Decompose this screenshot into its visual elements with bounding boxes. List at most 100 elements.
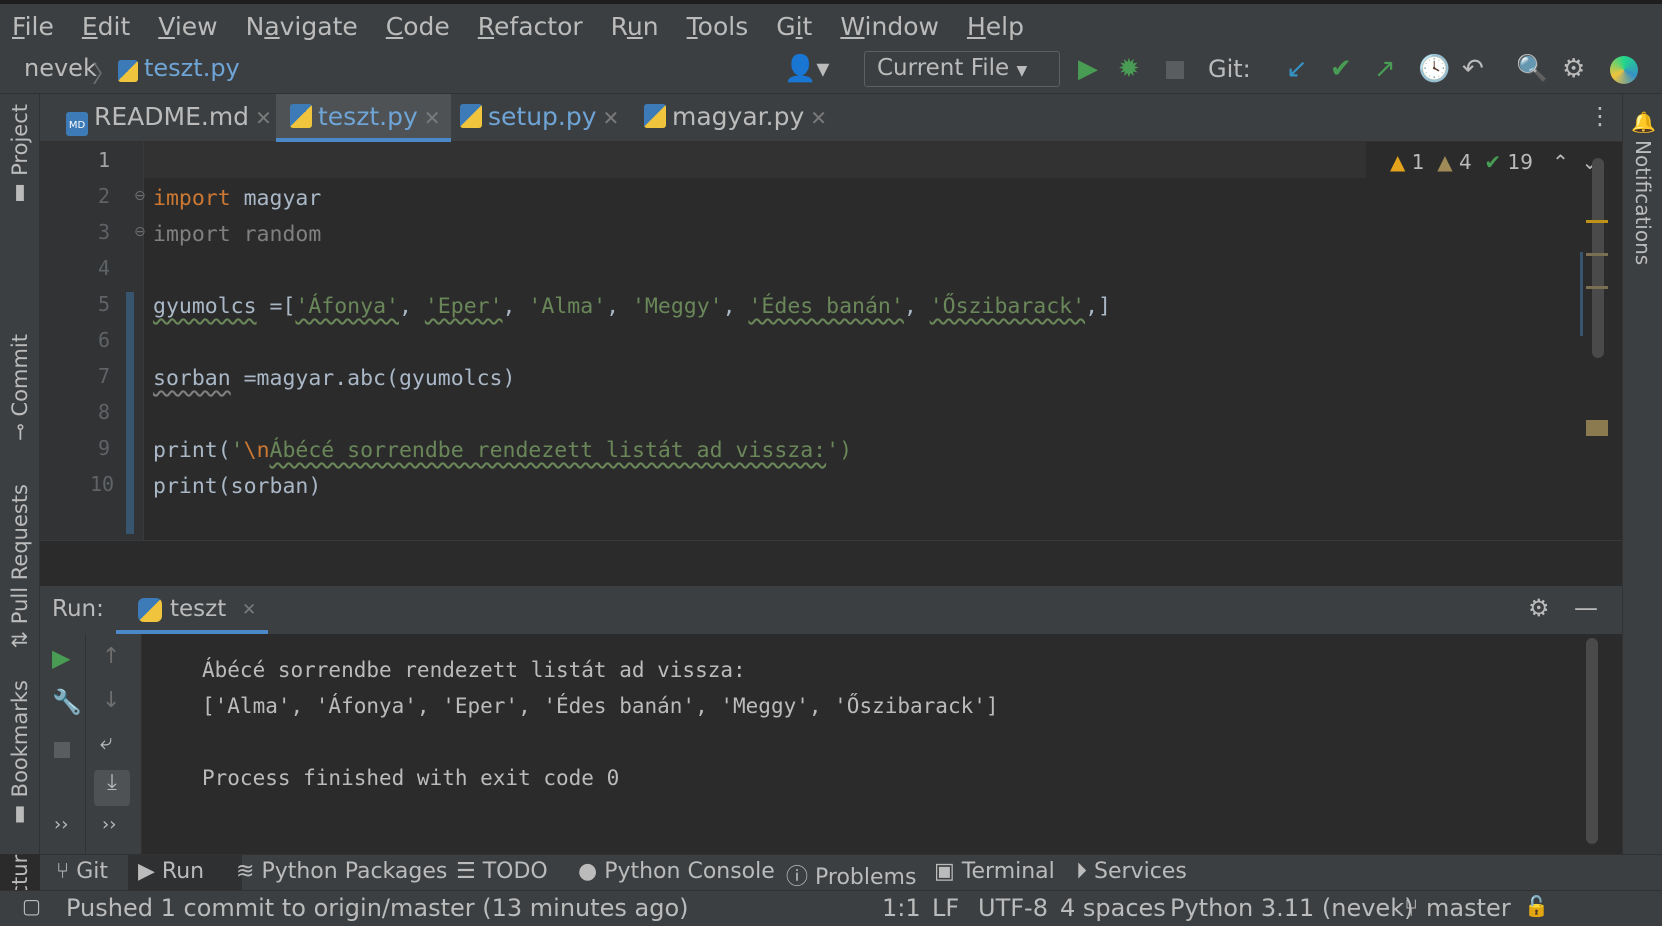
tool-tab-git[interactable]: ⑂ Git xyxy=(56,859,108,884)
typo-icon: ✔ xyxy=(1484,150,1502,174)
panel-splitter[interactable] xyxy=(40,540,1622,586)
tool-tab-todo[interactable]: ☰ TODO xyxy=(456,859,548,884)
change-marker xyxy=(1580,252,1583,336)
typo-marker[interactable] xyxy=(1586,420,1608,436)
tool-tab-python-packages[interactable]: ≋ Python Packages xyxy=(236,859,447,884)
status-message[interactable]: Pushed 1 commit to origin/master (13 min… xyxy=(66,894,689,922)
python-icon: ● xyxy=(578,859,598,884)
tab-magyar[interactable]: magyar.py ✕ xyxy=(630,94,837,142)
tool-tab-problems[interactable]: ⓘ Problems xyxy=(786,859,916,891)
down-arrow-icon[interactable]: ↓ xyxy=(102,688,120,713)
menu-run[interactable]: Run xyxy=(605,12,659,41)
weak-warning-marker[interactable] xyxy=(1586,286,1608,289)
editor-scrollbar[interactable] xyxy=(1592,158,1604,358)
weak-warning-marker[interactable] xyxy=(1586,253,1608,256)
python-interpreter[interactable]: Python 3.11 (nevek) xyxy=(1170,894,1413,922)
scroll-to-end-icon[interactable]: ⤓ xyxy=(94,770,130,806)
weak-warning-icon: ▲ xyxy=(1437,150,1453,174)
tab-readme[interactable]: MD README.md ✕ xyxy=(52,94,282,142)
terminal-icon: ▣ xyxy=(934,859,955,884)
python-file-icon xyxy=(460,104,482,128)
notifications-icon[interactable]: 🔔 xyxy=(1631,110,1656,134)
tool-tab-services[interactable]: ⏵ Services xyxy=(1076,859,1187,884)
menu-code[interactable]: Code xyxy=(380,12,450,41)
minimize-icon[interactable]: — xyxy=(1574,594,1598,622)
inspection-widget[interactable]: ▲ 1 ▲ 4 ✔ 19 ⌃ ⌄ xyxy=(1390,150,1598,174)
markdown-file-icon: MD xyxy=(66,112,88,136)
menu-help[interactable]: Help xyxy=(961,12,1024,41)
close-icon[interactable]: ✕ xyxy=(424,106,441,130)
stop-icon[interactable] xyxy=(54,742,70,758)
menu-git[interactable]: Git xyxy=(770,12,812,41)
play-icon: ▶ xyxy=(138,859,155,884)
tool-window-bookmarks[interactable]: ▮ Bookmarks xyxy=(8,680,32,828)
menu-edit[interactable]: Edit xyxy=(76,12,130,41)
code-lines: import magyar import random gyumolcs =['… xyxy=(0,142,1622,540)
menu-navigate[interactable]: Navigate xyxy=(240,12,358,41)
run-icon[interactable]: ▶ xyxy=(1078,54,1098,84)
user-icon[interactable]: 👤▾ xyxy=(784,54,829,84)
git-update-icon[interactable]: ↙ xyxy=(1286,54,1308,84)
lock-icon[interactable]: 🔓 xyxy=(1524,894,1549,918)
history-icon[interactable]: 🕓 xyxy=(1418,54,1450,84)
tool-tab-run[interactable]: ▶ Run xyxy=(138,859,204,884)
tool-window-notifications[interactable]: Notifications xyxy=(1631,140,1655,265)
jetbrains-logo-icon[interactable] xyxy=(1610,56,1638,84)
more-tabs-icon[interactable]: ⋮ xyxy=(1588,102,1612,130)
previous-highlight-icon[interactable]: ⌃ xyxy=(1552,150,1569,174)
wrench-icon[interactable]: 🔧 xyxy=(52,688,82,716)
tool-tab-python-console[interactable]: ● Python Console xyxy=(578,859,775,884)
menu-view[interactable]: View xyxy=(152,12,217,41)
breadcrumb-project[interactable]: nevek xyxy=(24,54,97,82)
soft-wrap-icon[interactable]: ⤶ xyxy=(100,730,112,755)
status-bar: ▢ Pushed 1 commit to origin/master (13 m… xyxy=(0,890,1662,926)
toggle-tool-windows-icon[interactable]: ▢ xyxy=(22,894,41,918)
git-label: Git: xyxy=(1208,55,1251,83)
up-arrow-icon[interactable]: ↑ xyxy=(102,644,120,669)
tool-window-bar: ⑂ Git ▶ Run ≋ Python Packages ☰ TODO ● P… xyxy=(40,854,1662,891)
more-icon[interactable]: ›› xyxy=(102,814,116,835)
search-icon[interactable]: 🔍 xyxy=(1516,54,1548,84)
fold-icon[interactable]: ⊖ xyxy=(134,188,146,204)
code-line-2: import magyar xyxy=(153,186,322,211)
caret-position[interactable]: 1:1 xyxy=(882,894,921,922)
settings-icon[interactable]: ⚙ xyxy=(1528,594,1550,622)
python-file-icon xyxy=(118,60,138,82)
file-encoding[interactable]: UTF-8 xyxy=(978,894,1048,922)
code-line-5: gyumolcs =['Áfonya', 'Eper', 'Alma', 'Me… xyxy=(153,294,1111,319)
git-commit-icon[interactable]: ✔ xyxy=(1330,54,1352,84)
console-scrollbar[interactable] xyxy=(1586,638,1598,844)
run-tab-teszt[interactable]: teszt xyxy=(170,596,226,622)
line-separator[interactable]: LF xyxy=(932,894,959,922)
git-branch[interactable]: ⑂ master xyxy=(1404,894,1511,922)
run-panel-label: Run: xyxy=(52,596,104,622)
menu-file[interactable]: File xyxy=(6,12,54,41)
code-line-9: print('\nÁbécé sorrendbe rendezett listá… xyxy=(153,438,853,463)
rerun-icon[interactable]: ▶ xyxy=(52,644,70,672)
warning-marker[interactable] xyxy=(1586,220,1608,223)
stop-icon[interactable] xyxy=(1166,61,1184,79)
rollback-icon[interactable]: ↶ xyxy=(1462,54,1484,84)
tool-tab-terminal[interactable]: ▣ Terminal xyxy=(934,859,1055,884)
close-icon[interactable]: ✕ xyxy=(603,106,620,130)
tab-teszt[interactable]: teszt.py ✕ xyxy=(276,94,451,142)
code-line-3: import random xyxy=(153,222,322,247)
debug-icon[interactable]: ✹ xyxy=(1118,54,1140,84)
settings-icon[interactable]: ⚙ xyxy=(1562,54,1585,84)
run-configuration-select[interactable]: Current File ▼ xyxy=(864,51,1060,87)
menu-tools[interactable]: Tools xyxy=(681,12,749,41)
code-line-10: print(sorban) xyxy=(153,474,322,499)
menu-window[interactable]: Window xyxy=(834,12,939,41)
tab-setup[interactable]: setup.py ✕ xyxy=(446,94,629,142)
menu-refactor[interactable]: Refactor xyxy=(472,12,583,41)
run-console[interactable]: Ábécé sorrendbe rendezett listát ad viss… xyxy=(40,634,1622,854)
editor-tab-bar: MD README.md ✕ teszt.py ✕ setup.py ✕ magyar.… xyxy=(40,94,1622,142)
fold-icon[interactable]: ⊖ xyxy=(134,224,146,240)
close-icon[interactable]: ✕ xyxy=(810,106,827,130)
close-icon[interactable]: ✕ xyxy=(242,600,256,620)
close-icon[interactable]: ✕ xyxy=(255,106,272,130)
git-push-icon[interactable]: ↗ xyxy=(1374,54,1396,84)
more-icon[interactable]: ›› xyxy=(54,814,68,835)
breadcrumb-file[interactable]: teszt.py xyxy=(144,54,240,82)
indent-setting[interactable]: 4 spaces xyxy=(1060,894,1166,922)
